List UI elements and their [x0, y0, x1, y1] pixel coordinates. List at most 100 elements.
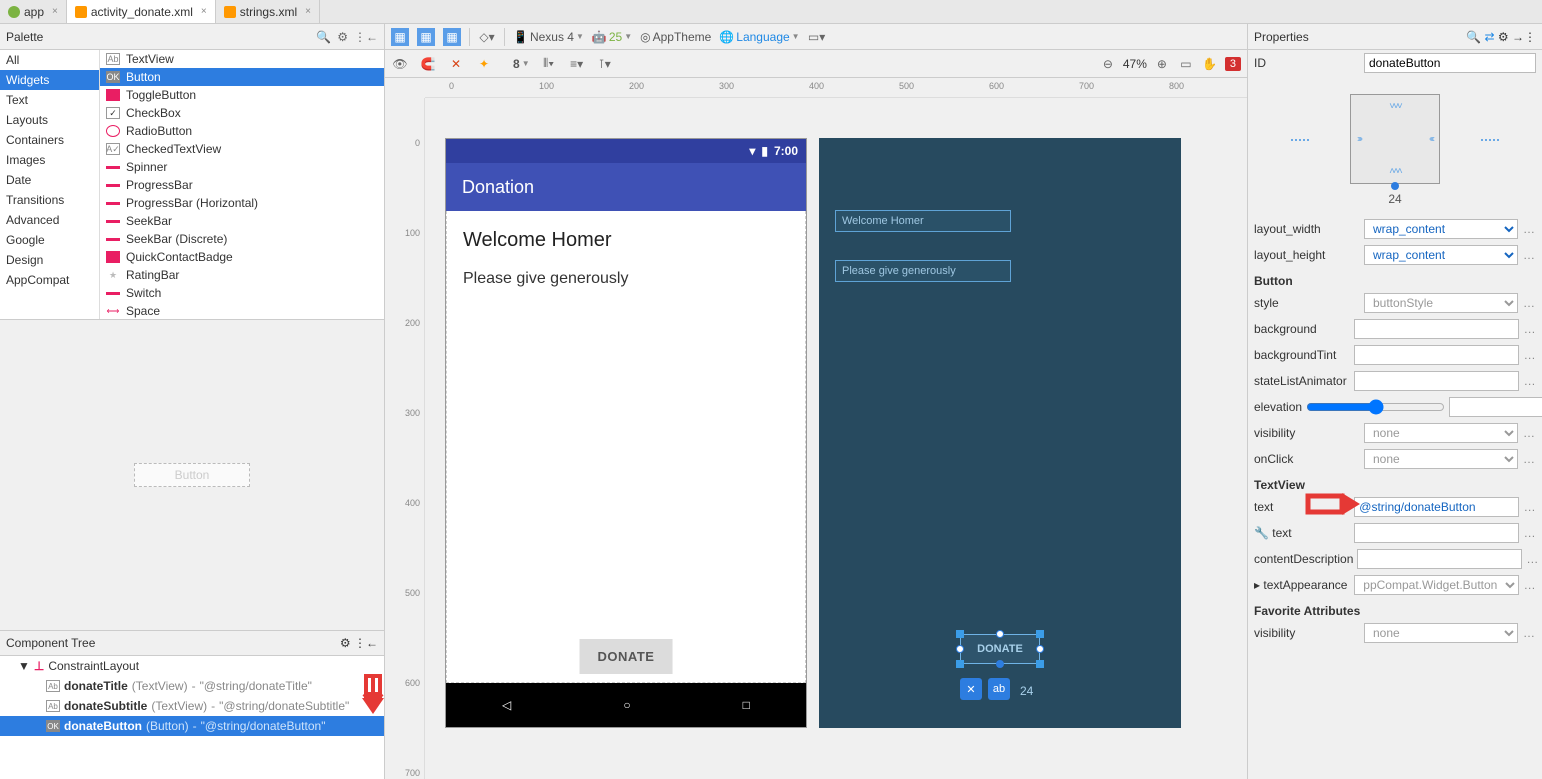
preview-subtitle[interactable]: Please give generously	[463, 270, 789, 288]
more-icon[interactable]: …	[1523, 348, 1536, 362]
palette-progressbar-h[interactable]: ProgressBar (Horizontal)	[100, 194, 384, 212]
design-canvas[interactable]: 0 100 200 300 400 500 600 700 800 0 100 …	[385, 78, 1247, 779]
palette-checkbox[interactable]: ✓CheckBox	[100, 104, 384, 122]
api-selector[interactable]: 🤖25▼	[592, 30, 632, 44]
cat-transitions[interactable]: Transitions	[0, 190, 99, 210]
resize-handle-br[interactable]	[1036, 660, 1044, 668]
palette-seekbar-d[interactable]: SeekBar (Discrete)	[100, 230, 384, 248]
more-icon[interactable]: …	[1522, 452, 1536, 466]
cat-layouts[interactable]: Layouts	[0, 110, 99, 130]
cat-all[interactable]: All	[0, 50, 99, 70]
palette-checkedtextview[interactable]: A✓CheckedTextView	[100, 140, 384, 158]
palette-seekbar[interactable]: SeekBar	[100, 212, 384, 230]
constraint-handle-bottom[interactable]	[996, 660, 1004, 668]
both-mode-icon[interactable]: ▦	[443, 28, 461, 46]
more-icon[interactable]: …	[1522, 296, 1536, 310]
delete-constraint-icon[interactable]: ✕	[960, 678, 982, 700]
blueprint-subtitle[interactable]: Please give generously	[835, 260, 1011, 282]
close-icon[interactable]: ×	[305, 6, 311, 17]
gear-icon[interactable]: ⚙	[1498, 30, 1509, 44]
prop-id-input[interactable]	[1364, 53, 1536, 73]
palette-togglebutton[interactable]: ToggleButton	[100, 86, 384, 104]
elevation-input[interactable]	[1449, 397, 1542, 417]
background-input[interactable]	[1354, 319, 1519, 339]
palette-quickcontact[interactable]: QuickContactBadge	[100, 248, 384, 266]
contentdescription-input[interactable]	[1357, 549, 1522, 569]
cat-containers[interactable]: Containers	[0, 130, 99, 150]
constraint-widget[interactable]: ˅˅˅ ˄˄˄ ››› ‹‹‹ 24	[1248, 94, 1542, 216]
theme-selector[interactable]: ◎AppTheme	[640, 30, 711, 44]
cat-google[interactable]: Google	[0, 230, 99, 250]
search-icon[interactable]: 🔍	[1466, 30, 1481, 44]
more-icon[interactable]: …	[1526, 552, 1538, 566]
palette-switch[interactable]: Switch	[100, 284, 384, 302]
cat-widgets[interactable]: Widgets	[0, 70, 99, 90]
tree-donate-title[interactable]: Ab donateTitle (TextView) - "@string/don…	[0, 676, 384, 696]
toggle-view-icon[interactable]: ⇄	[1484, 30, 1494, 44]
tab-app[interactable]: app ×	[0, 0, 67, 23]
constraint-bottom-dot[interactable]	[1391, 182, 1399, 190]
blueprint-preview[interactable]: Welcome Homer Please give generously DON…	[819, 138, 1181, 728]
preview-donate-button[interactable]: DONATE	[580, 639, 673, 674]
tree-root[interactable]: ▼ ⊥ ConstraintLayout	[0, 656, 384, 676]
more-icon[interactable]: …	[1522, 426, 1536, 440]
resize-handle-bl[interactable]	[956, 660, 964, 668]
blueprint-title[interactable]: Welcome Homer	[835, 210, 1011, 232]
blueprint-donate-button[interactable]: DONATE	[960, 634, 1040, 664]
align-icon[interactable]: ≡▾	[568, 55, 586, 73]
design-mode-icon[interactable]: ▦	[391, 28, 409, 46]
design-preview[interactable]: ▾ ▮ 7:00 Donation Welcome Homer Please g…	[445, 138, 807, 728]
close-icon[interactable]: ×	[52, 6, 58, 17]
pack-icon[interactable]: ⫴▾	[540, 55, 558, 73]
tab-activity-donate[interactable]: activity_donate.xml ×	[67, 0, 216, 23]
more-icon[interactable]: …	[1522, 222, 1536, 236]
constraint-handle-left[interactable]	[956, 645, 964, 653]
more-icon[interactable]: …	[1523, 374, 1536, 388]
more-icon[interactable]: …	[1523, 578, 1536, 592]
baseline-icon[interactable]: ab	[988, 678, 1010, 700]
palette-space[interactable]: ⟷Space	[100, 302, 384, 319]
cat-images[interactable]: Images	[0, 150, 99, 170]
more-icon[interactable]: …	[1522, 626, 1536, 640]
visibility-select[interactable]: none	[1364, 423, 1518, 443]
zoom-out-icon[interactable]: ⊖	[1099, 55, 1117, 73]
style-select[interactable]: buttonStyle	[1364, 293, 1518, 313]
cat-date[interactable]: Date	[0, 170, 99, 190]
default-margin[interactable]: 8▼	[513, 57, 530, 71]
gear-icon[interactable]: ⚙	[337, 30, 348, 44]
pan-icon[interactable]: ✋	[1201, 55, 1219, 73]
text2-input[interactable]	[1354, 523, 1519, 543]
more-icon[interactable]: …	[1523, 526, 1536, 540]
more-icon[interactable]: …	[1522, 248, 1536, 262]
more-icon[interactable]: …	[1523, 500, 1536, 514]
layout-height-select[interactable]: wrap_content	[1364, 245, 1518, 265]
error-badge[interactable]: 3	[1225, 57, 1241, 71]
resize-handle-tr[interactable]	[1036, 630, 1044, 638]
variants-icon[interactable]: ▭▾	[808, 28, 826, 46]
collapse-icon[interactable]: ⋮←	[354, 636, 378, 650]
cat-appcompat[interactable]: AppCompat	[0, 270, 99, 290]
collapse-icon[interactable]: →⋮	[1512, 30, 1536, 44]
palette-textview[interactable]: AbTextView	[100, 50, 384, 68]
tab-strings[interactable]: strings.xml ×	[216, 0, 320, 23]
cat-text[interactable]: Text	[0, 90, 99, 110]
search-icon[interactable]: 🔍	[316, 30, 331, 44]
infer-constraints-icon[interactable]: ✦	[475, 55, 493, 73]
guideline-icon[interactable]: ⊺▾	[596, 55, 614, 73]
constraint-handle-top[interactable]	[996, 630, 1004, 638]
palette-progressbar[interactable]: ProgressBar	[100, 176, 384, 194]
blueprint-mode-icon[interactable]: ▦	[417, 28, 435, 46]
elevation-slider[interactable]	[1306, 397, 1445, 417]
fit-icon[interactable]: ▭	[1177, 55, 1195, 73]
palette-button[interactable]: OKButton	[100, 68, 384, 86]
preview-title[interactable]: Welcome Homer	[463, 229, 789, 252]
layout-width-select[interactable]: wrap_content	[1364, 219, 1518, 239]
close-icon[interactable]: ×	[201, 6, 207, 17]
text-input[interactable]	[1354, 497, 1519, 517]
gear-icon[interactable]: ⚙	[340, 636, 351, 650]
backgroundtint-input[interactable]	[1354, 345, 1519, 365]
orientation-icon[interactable]: ◇▾	[478, 28, 496, 46]
cat-design[interactable]: Design	[0, 250, 99, 270]
palette-spinner[interactable]: Spinner	[100, 158, 384, 176]
collapse-icon[interactable]: ⋮←	[354, 30, 378, 44]
